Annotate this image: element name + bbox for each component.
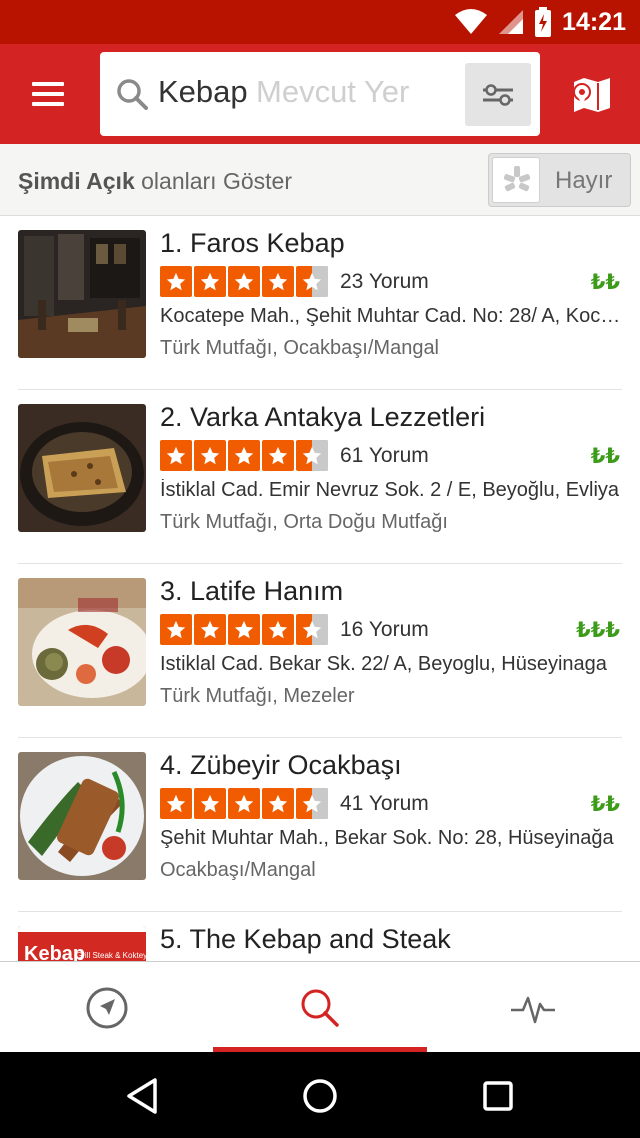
list-item[interactable]: 4. Zübeyir Ocakbaşı 41 Yorum ₺₺ Şehit Mu… [0, 738, 640, 912]
restaurant-photo [18, 404, 146, 532]
star-icon [262, 440, 294, 471]
review-count: 41 Yorum [340, 792, 429, 815]
restaurant-photo [18, 578, 146, 706]
star-half-icon [296, 788, 328, 819]
svg-text:Grill Steak & Kokteyl: Grill Steak & Kokteyl [76, 951, 146, 960]
star-icon [160, 614, 192, 645]
bottom-navigation [0, 961, 640, 1052]
restaurant-name[interactable]: 3. Latife Hanım [160, 576, 343, 607]
star-icon [262, 614, 294, 645]
review-count: 61 Yorum [340, 444, 429, 467]
star-rating [160, 614, 328, 645]
star-icon [262, 266, 294, 297]
price-level: ₺₺ [590, 445, 620, 468]
star-icon [194, 440, 226, 471]
system-navigation-bar [0, 1052, 640, 1138]
star-icon [194, 614, 226, 645]
yelp-search-screen: 14:21 Kebap Mevcut Yer Şimdi Açık olanla… [0, 0, 640, 1138]
compass-icon [86, 987, 127, 1028]
price-level: ₺₺₺ [576, 619, 620, 642]
activity-pulse-icon [510, 996, 555, 1023]
search-icon [301, 989, 339, 1027]
toggle-knob [492, 157, 540, 203]
list-item[interactable]: 1. Faros Kebap 23 Yorum ₺₺ Kocatepe Mah.… [0, 216, 640, 390]
list-item[interactable]: 3. Latife Hanım 16 Yorum ₺₺₺ Istiklal Ca… [0, 564, 640, 738]
star-icon [228, 788, 260, 819]
star-rating [160, 440, 328, 471]
list-item[interactable]: 2. Varka Antakya Lezzetleri 61 Yorum ₺₺ … [0, 390, 640, 564]
price-level: ₺₺ [590, 793, 620, 816]
star-half-icon [296, 440, 328, 471]
star-icon [194, 266, 226, 297]
restaurant-name[interactable]: 1. Faros Kebap [160, 228, 345, 259]
open-now-label: Şimdi Açık olanları Göster [18, 168, 292, 194]
price-level: ₺₺ [590, 271, 620, 294]
restaurant-categories: Ocakbaşı/Mangal [160, 859, 316, 881]
star-half-icon [296, 614, 328, 645]
menu-icon[interactable] [26, 74, 74, 114]
battery-charging-icon [535, 7, 552, 37]
star-rating [160, 266, 328, 297]
status-time: 14:21 [562, 7, 626, 36]
home-icon[interactable] [298, 1074, 342, 1118]
restaurant-photo [18, 230, 146, 358]
open-now-filter-bar: Şimdi Açık olanları Göster Hayır [0, 144, 640, 216]
nav-nearby[interactable] [0, 962, 213, 1053]
restaurant-address: Istiklal Cad. Bekar Sk. 22/ A, Beyoglu, … [160, 653, 607, 675]
star-icon [160, 440, 192, 471]
app-bar: Kebap Mevcut Yer [0, 44, 640, 144]
star-rating [160, 788, 328, 819]
restaurant-address: İstiklal Cad. Emir Nevruz Sok. 2 / E, Be… [160, 479, 620, 501]
search-icon [117, 79, 148, 110]
list-item[interactable]: Kebap Grill Steak & Kokteyl 5. The Kebap … [0, 912, 640, 961]
nav-search[interactable] [213, 962, 426, 1053]
nav-activity[interactable] [426, 962, 639, 1053]
back-icon[interactable] [121, 1074, 165, 1118]
filter-sliders-icon [483, 84, 513, 106]
star-icon [262, 788, 294, 819]
open-now-toggle[interactable]: Hayır [488, 153, 631, 207]
restaurant-photo: Kebap Grill Steak & Kokteyl [18, 926, 146, 961]
signal-icon [499, 10, 524, 34]
restaurant-categories: Türk Mutfağı, Mezeler [160, 685, 355, 707]
map-icon[interactable] [570, 74, 614, 114]
restaurant-categories: Türk Mutfağı, Ocakbaşı/Mangal [160, 337, 440, 359]
results-list: 1. Faros Kebap 23 Yorum ₺₺ Kocatepe Mah.… [0, 216, 640, 961]
yelp-burst-icon [503, 166, 531, 192]
search-box[interactable]: Kebap Mevcut Yer [100, 52, 540, 136]
wifi-icon [455, 9, 488, 34]
star-icon [160, 788, 192, 819]
search-input[interactable]: Kebap [158, 74, 248, 110]
star-icon [228, 614, 260, 645]
star-icon [228, 440, 260, 471]
restaurant-address: Kocatepe Mah., Şehit Muhtar Cad. No: 28/… [160, 305, 622, 327]
star-icon [228, 266, 260, 297]
restaurant-name[interactable]: 4. Zübeyir Ocakbaşı [160, 750, 402, 781]
review-count: 23 Yorum [340, 270, 429, 293]
restaurant-name[interactable]: 5. The Kebap and Steak [160, 924, 451, 955]
location-input[interactable]: Mevcut Yer [256, 74, 409, 110]
star-half-icon [296, 266, 328, 297]
review-count: 16 Yorum [340, 618, 429, 641]
recents-icon[interactable] [476, 1074, 520, 1118]
restaurant-address: Şehit Muhtar Mah., Bekar Sok. No: 28, Hü… [160, 827, 614, 849]
star-icon [160, 266, 192, 297]
filter-button[interactable] [465, 63, 531, 126]
restaurant-categories: Türk Mutfağı, Orta Doğu Mutfağı [160, 511, 448, 533]
restaurant-name[interactable]: 2. Varka Antakya Lezzetleri [160, 402, 485, 433]
toggle-value: Hayır [555, 167, 613, 194]
status-bar: 14:21 [0, 0, 640, 44]
restaurant-photo [18, 752, 146, 880]
star-icon [194, 788, 226, 819]
